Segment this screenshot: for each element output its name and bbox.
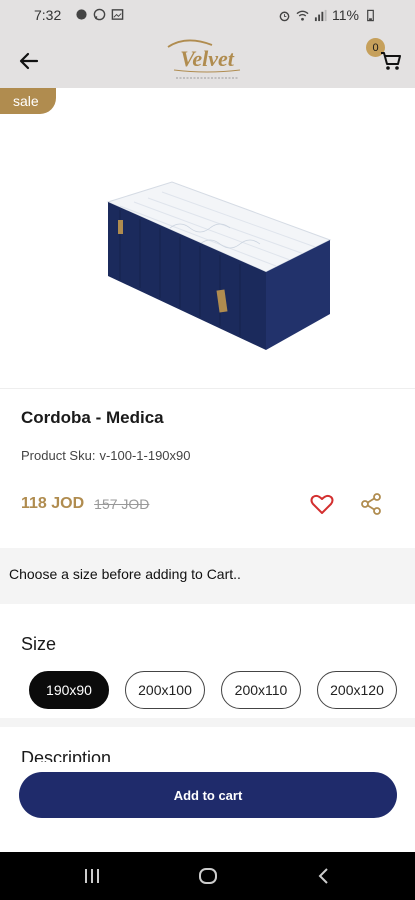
heart-icon[interactable] bbox=[310, 493, 334, 515]
sale-badge: sale bbox=[0, 88, 56, 114]
size-option-200x120[interactable]: 200x120 bbox=[317, 671, 397, 709]
cart-icon[interactable] bbox=[378, 48, 404, 74]
image-icon bbox=[111, 9, 124, 20]
system-nav-bar bbox=[0, 852, 415, 900]
price-row: 118 JOD 157 JOD bbox=[21, 495, 149, 513]
section-divider bbox=[0, 718, 415, 727]
notification-dot-icon bbox=[76, 9, 87, 20]
recent-apps-icon[interactable] bbox=[80, 864, 104, 888]
status-system-icons: 11% bbox=[278, 7, 377, 23]
share-icon[interactable] bbox=[360, 493, 382, 515]
status-notification-icons bbox=[75, 8, 124, 21]
home-icon[interactable] bbox=[196, 864, 220, 888]
size-options: 190x90 200x100 200x110 200x120 bbox=[29, 671, 397, 709]
product-title: Cordoba - Medica bbox=[21, 408, 164, 427]
size-option-190x90[interactable]: 190x90 bbox=[29, 671, 109, 709]
app-header: Velvet 0 bbox=[0, 32, 415, 88]
sku-value: v-100-1-190x90 bbox=[99, 448, 191, 463]
size-option-200x110[interactable]: 200x110 bbox=[221, 671, 301, 709]
battery-percent: 11% bbox=[332, 7, 359, 23]
mattress-product-image bbox=[106, 181, 332, 350]
status-bar: 7:32 11% bbox=[0, 0, 415, 32]
size-option-200x100[interactable]: 200x100 bbox=[125, 671, 205, 709]
price-old: 157 JOD bbox=[94, 496, 150, 512]
alarm-icon bbox=[279, 11, 290, 21]
svg-text:Velvet: Velvet bbox=[180, 46, 235, 71]
whatsapp-icon bbox=[93, 8, 106, 21]
arrow-left-icon[interactable] bbox=[16, 48, 42, 74]
back-nav-icon[interactable] bbox=[312, 864, 336, 888]
velvet-logo: Velvet bbox=[167, 39, 241, 79]
battery-icon bbox=[367, 9, 374, 21]
size-notice: Choose a size before adding to Cart.. bbox=[9, 566, 241, 582]
signal-icon bbox=[314, 9, 327, 21]
size-heading: Size bbox=[21, 634, 57, 654]
price-current: 118 JOD bbox=[21, 495, 85, 512]
product-sku: Product Sku: v-100-1-190x90 bbox=[21, 448, 195, 463]
wifi-icon bbox=[296, 10, 309, 21]
status-time: 7:32 bbox=[34, 7, 62, 23]
add-to-cart-button[interactable]: Add to cart bbox=[19, 772, 397, 818]
sku-label: Product Sku: bbox=[21, 448, 96, 463]
